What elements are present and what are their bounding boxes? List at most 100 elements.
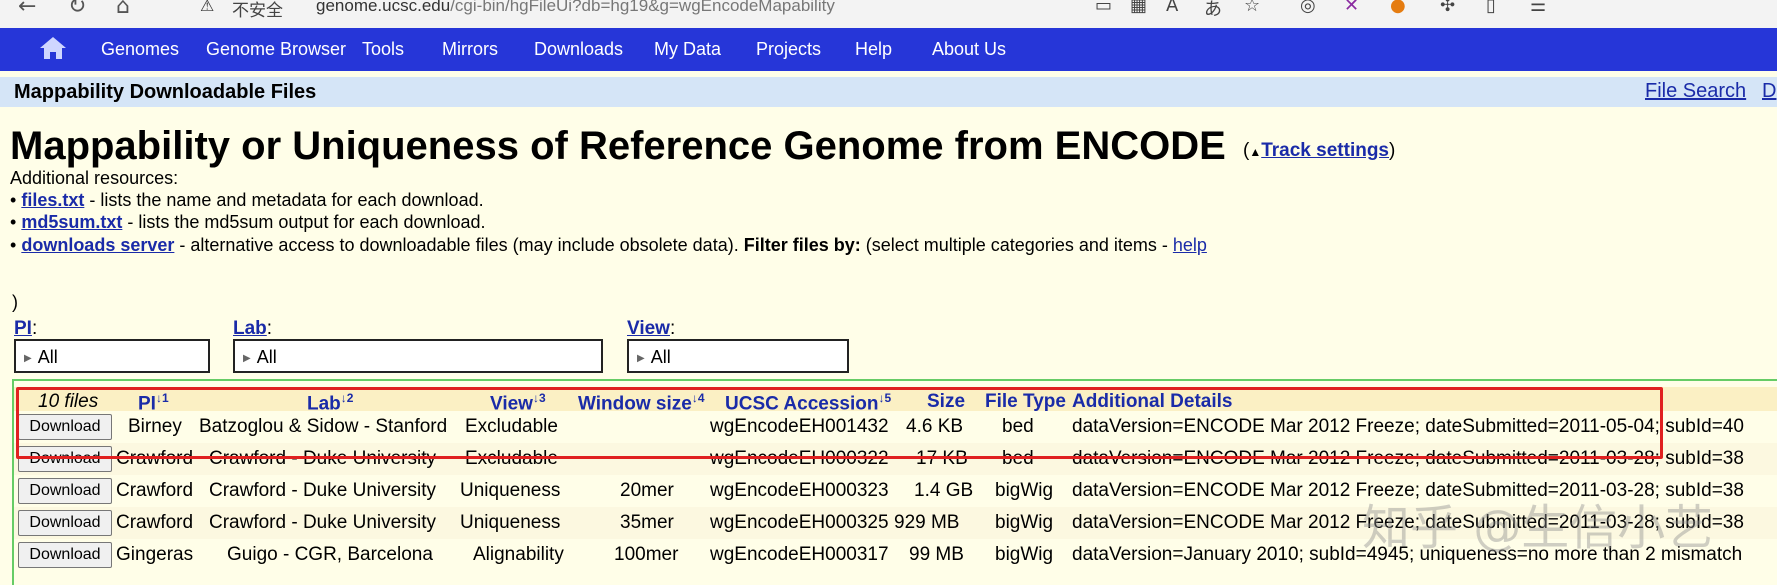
cell-window: 100mer bbox=[614, 544, 679, 565]
resources-intro: Additional resources: bbox=[10, 168, 179, 188]
track-settings-link[interactable]: Track settings bbox=[1261, 140, 1389, 161]
filter-view-label: View: bbox=[627, 318, 675, 340]
watermark: 知乎 @生信小艺 bbox=[1362, 500, 1714, 556]
resource-md5: • md5sum.txt - lists the md5sum output f… bbox=[10, 212, 486, 233]
download-button[interactable]: Download bbox=[18, 542, 112, 568]
download-button[interactable]: Download bbox=[18, 510, 112, 536]
cell-window: 20mer bbox=[620, 480, 674, 501]
cell-file-type: bigWig bbox=[995, 480, 1054, 501]
cell-size: 99 MB bbox=[909, 544, 964, 565]
caret-right-icon: ▶ bbox=[243, 353, 251, 364]
nav-genome-browser[interactable]: Genome Browser bbox=[206, 39, 346, 60]
resource-files: • files.txt - lists the name and metadat… bbox=[10, 190, 484, 211]
home-icon[interactable]: ⌂ bbox=[116, 0, 130, 19]
cell-lab: Guigo - CGR, Barcelona bbox=[227, 544, 433, 565]
nav-downloads[interactable]: Downloads bbox=[534, 39, 623, 60]
favorites-list-icon[interactable]: ☰ bbox=[1530, 0, 1546, 16]
track-heading: Mappability or Uniqueness of Reference G… bbox=[10, 124, 1226, 168]
pi-link[interactable]: PI bbox=[14, 318, 32, 339]
site-nav: Genomes Genome Browser Tools Mirrors Dow… bbox=[0, 28, 1777, 71]
bullet: • bbox=[10, 212, 17, 232]
md5-desc: - lists the md5sum output for each downl… bbox=[122, 212, 486, 232]
url-path: /cgi-bin/hgFileUi?db=hg19&g=wgEncodeMapa… bbox=[450, 0, 835, 15]
url-host: genome.ucsc.edu bbox=[316, 0, 451, 15]
extension-icon[interactable]: ◎ bbox=[1300, 0, 1316, 16]
lab-link[interactable]: Lab bbox=[233, 318, 267, 339]
page-titlebar: Mappability Downloadable Files File Sear… bbox=[0, 77, 1777, 107]
home-icon[interactable] bbox=[38, 35, 68, 61]
help-link[interactable]: help bbox=[1173, 235, 1207, 255]
filter-pi-select[interactable]: ▶ All bbox=[14, 339, 210, 373]
cell-lab: Crawford - Duke University bbox=[209, 480, 436, 501]
files-desc: - lists the name and metadata for each d… bbox=[84, 190, 484, 210]
browser-toolbar: ← ↻ ⌂ ⚠ 不安全 genome.ucsc.edu/cgi-bin/hgFi… bbox=[0, 0, 1777, 28]
cell-accession: wgEncodeEH000323 bbox=[710, 480, 889, 501]
nav-mirrors[interactable]: Mirrors bbox=[442, 39, 498, 60]
nav-about-us[interactable]: About Us bbox=[932, 39, 1006, 60]
nav-help[interactable]: Help bbox=[855, 39, 892, 60]
resource-server: • downloads server - alternative access … bbox=[10, 235, 1207, 256]
extension-x-icon[interactable]: ✕ bbox=[1344, 0, 1359, 16]
nav-genomes[interactable]: Genomes bbox=[101, 39, 179, 60]
reader-icon[interactable]: ▭ bbox=[1095, 0, 1112, 16]
translate-icon[interactable]: あ bbox=[1204, 0, 1222, 21]
back-icon[interactable]: ← bbox=[18, 0, 36, 19]
nav-tools[interactable]: Tools bbox=[362, 39, 404, 60]
nav-projects[interactable]: Projects bbox=[756, 39, 821, 60]
md5sum-link[interactable]: md5sum.txt bbox=[21, 212, 122, 232]
d-link[interactable]: D bbox=[1762, 80, 1776, 103]
cell-pi: Crawford bbox=[116, 480, 194, 501]
view-link[interactable]: View bbox=[627, 318, 670, 339]
highlight-annotation bbox=[16, 387, 1663, 459]
download-button[interactable]: Download bbox=[18, 478, 112, 504]
filter-view-select[interactable]: ▶ All bbox=[627, 339, 849, 373]
colon: : bbox=[669, 318, 676, 339]
cell-file-type: bigWig bbox=[995, 512, 1054, 533]
colon: : bbox=[266, 318, 273, 339]
cell-view: Uniqueness bbox=[460, 512, 561, 533]
address-bar[interactable]: genome.ucsc.edu/cgi-bin/hgFileUi?db=hg19… bbox=[316, 0, 835, 16]
filter-lab-label: Lab: bbox=[233, 318, 272, 340]
filter-label: Filter files by: bbox=[743, 235, 861, 255]
cell-view: Uniqueness bbox=[460, 480, 561, 501]
cell-size: 1.4 GB bbox=[914, 480, 974, 501]
read-aloud-icon[interactable]: A bbox=[1166, 0, 1178, 16]
bullet: • bbox=[10, 235, 17, 255]
warning-icon[interactable]: ⚠ bbox=[200, 0, 214, 15]
colon: : bbox=[31, 318, 38, 339]
caret-right-icon: ▶ bbox=[637, 353, 645, 364]
nav-my-data[interactable]: My Data bbox=[654, 39, 721, 60]
extension-orange-icon[interactable]: ● bbox=[1390, 0, 1406, 16]
closing-paren: ) bbox=[12, 292, 18, 312]
filter-lab-value: All bbox=[256, 347, 277, 367]
cell-size: 929 MB bbox=[894, 512, 960, 533]
triangle-up-icon: ▲ bbox=[1249, 145, 1262, 159]
filter-view-value: All bbox=[650, 347, 671, 367]
filter-pi-value: All bbox=[37, 347, 58, 367]
puzzle-icon[interactable]: ✣ bbox=[1440, 0, 1455, 16]
insecure-label[interactable]: 不安全 bbox=[232, 0, 283, 21]
files-txt-link[interactable]: files.txt bbox=[21, 190, 84, 210]
cell-file-type: bigWig bbox=[995, 544, 1054, 565]
track-settings-close: ) bbox=[1389, 140, 1396, 161]
favorite-icon[interactable]: ☆ bbox=[1244, 0, 1260, 16]
cell-view: Alignability bbox=[473, 544, 564, 565]
caret-right-icon: ▶ bbox=[24, 353, 32, 364]
filter-lab-select[interactable]: ▶ All bbox=[233, 339, 603, 373]
server-desc: - alternative access to downloadable fil… bbox=[174, 235, 744, 255]
downloads-server-link[interactable]: downloads server bbox=[21, 235, 174, 255]
split-screen-icon[interactable]: ▯ bbox=[1486, 0, 1496, 16]
cell-pi: Gingeras bbox=[116, 544, 194, 565]
filter-desc: (select multiple categories and items - bbox=[860, 235, 1173, 255]
reload-icon[interactable]: ↻ bbox=[68, 0, 86, 19]
cell-window: 35mer bbox=[620, 512, 674, 533]
filter-pi-label: PI: bbox=[14, 318, 37, 340]
cell-pi: Crawford bbox=[116, 512, 194, 533]
cell-lab: Crawford - Duke University bbox=[209, 512, 436, 533]
file-search-link[interactable]: File Search bbox=[1645, 80, 1746, 103]
page-title: Mappability Downloadable Files bbox=[14, 81, 317, 103]
bullet: • bbox=[10, 190, 17, 210]
cell-accession: wgEncodeEH000325 bbox=[710, 512, 889, 533]
apps-icon[interactable]: ▦ bbox=[1130, 0, 1147, 16]
cell-accession: wgEncodeEH000317 bbox=[710, 544, 889, 565]
